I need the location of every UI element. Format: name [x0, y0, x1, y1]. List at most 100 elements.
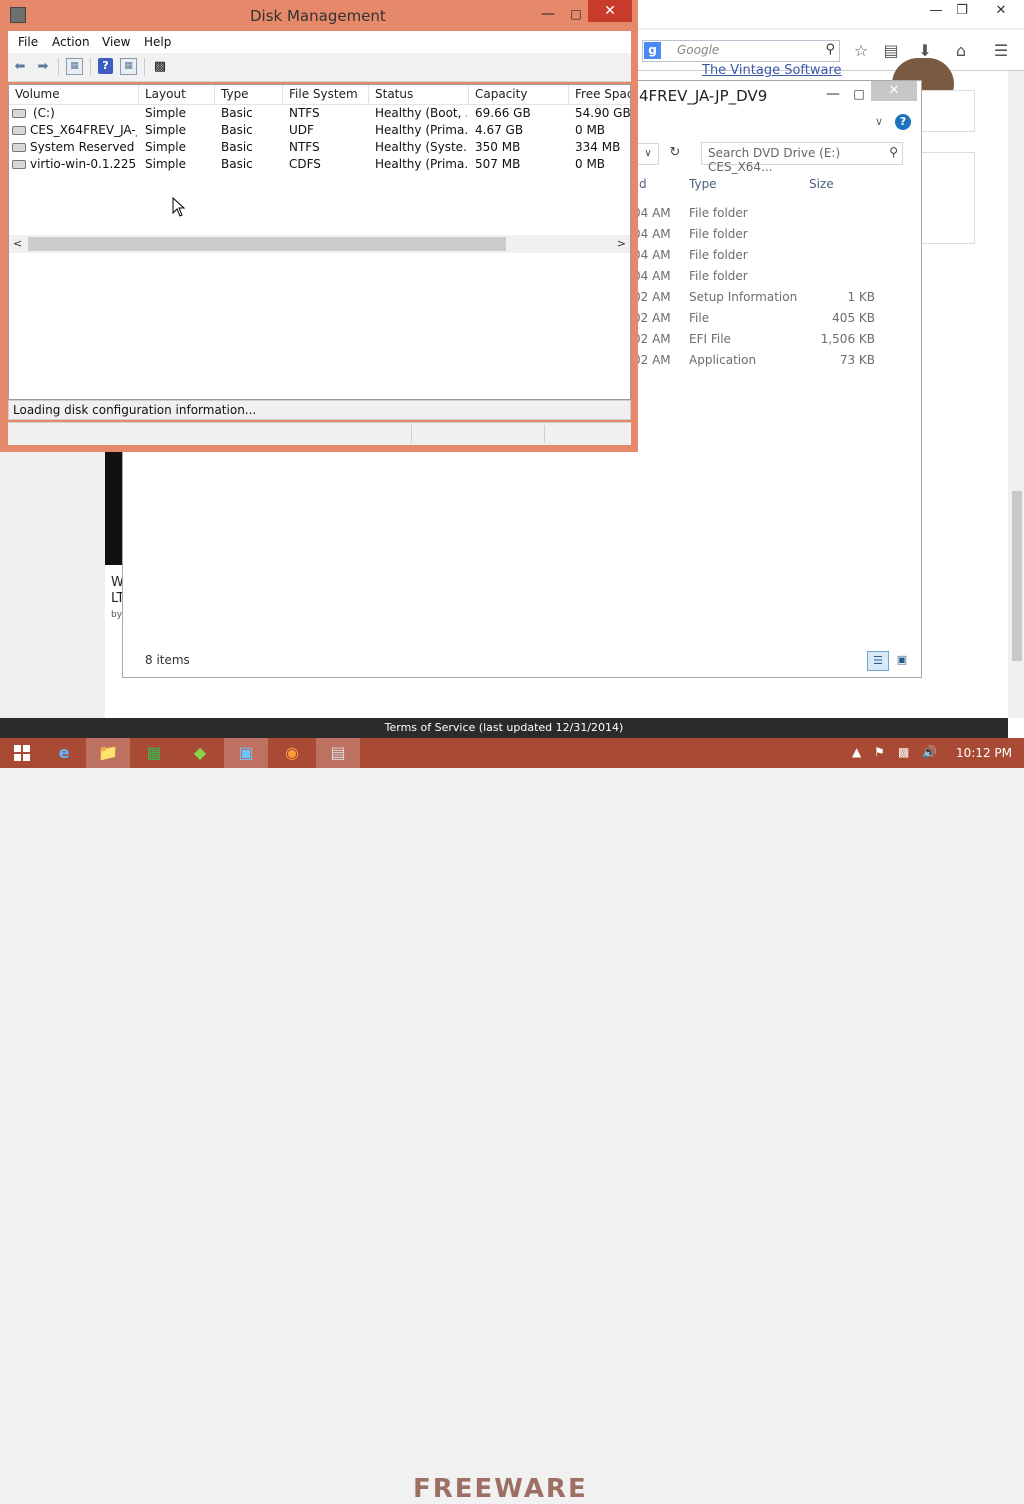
- forward-arrow-icon[interactable]: ➡: [34, 58, 52, 76]
- file-size: 405 KB: [832, 311, 875, 325]
- help-icon[interactable]: ?: [98, 58, 113, 74]
- address-dropdown-icon[interactable]: ∨: [637, 143, 659, 165]
- search-icon[interactable]: ⚲: [825, 42, 835, 57]
- volume-capacity: 350 MB: [475, 140, 521, 154]
- close-icon[interactable]: ✕: [871, 81, 917, 101]
- flag-icon[interactable]: ⚑: [874, 745, 885, 759]
- volume-layout: Simple: [145, 106, 186, 120]
- drive-icon: [12, 160, 26, 169]
- spreadsheet-app-icon[interactable]: ▦: [132, 738, 176, 768]
- file-explorer-icon[interactable]: 📁: [86, 738, 130, 768]
- bookmark-star-icon[interactable]: ☆: [850, 40, 872, 62]
- file-row[interactable]: 02 AM File 405 KB: [633, 311, 893, 332]
- scroll-left-icon[interactable]: <: [13, 235, 22, 253]
- scrollbar-thumb[interactable]: [28, 237, 506, 251]
- minimize-icon[interactable]: —: [926, 0, 946, 22]
- details-view-icon[interactable]: ☰: [867, 651, 889, 671]
- menu-action[interactable]: Action: [52, 35, 90, 49]
- volume-row[interactable]: System Reserved Simple Basic NTFS Health…: [9, 139, 630, 156]
- column-header-capacity[interactable]: Capacity: [469, 85, 569, 104]
- side-card: [915, 152, 975, 244]
- scroll-right-icon[interactable]: >: [617, 235, 626, 253]
- menu-file[interactable]: File: [18, 35, 38, 49]
- remote-app-icon[interactable]: ▣: [224, 738, 268, 768]
- file-type: File folder: [689, 206, 748, 220]
- close-icon[interactable]: ✕: [980, 0, 1022, 22]
- browser-search-input[interactable]: g Google ⚲: [642, 40, 840, 62]
- refresh-icon[interactable]: ↻: [665, 143, 685, 163]
- file-date: 02 AM: [633, 353, 671, 367]
- page-scrollbar[interactable]: [1010, 71, 1024, 718]
- volume-list[interactable]: Volume Layout Type File System Status Ca…: [8, 84, 631, 400]
- menu-help[interactable]: Help: [144, 35, 171, 49]
- search-icon[interactable]: ⚲: [889, 145, 898, 159]
- video-thumbnail[interactable]: [105, 450, 122, 565]
- network-app-icon[interactable]: ◆: [178, 738, 222, 768]
- drive-icon: [12, 143, 26, 152]
- terms-of-service-bar[interactable]: Terms of Service (last updated 12/31/201…: [0, 718, 1008, 738]
- show-hidden-icons-icon[interactable]: ▲: [852, 745, 861, 759]
- start-button[interactable]: [0, 738, 44, 768]
- file-type: Application: [689, 353, 757, 367]
- help-icon[interactable]: ?: [895, 114, 911, 130]
- volume-row[interactable]: virtio-win-0.1.225 ... Simple Basic CDFS…: [9, 156, 630, 173]
- disk-settings-icon[interactable]: ▩: [151, 58, 169, 76]
- restore-icon[interactable]: ❐: [952, 0, 972, 22]
- menu-icon[interactable]: ☰: [990, 40, 1012, 62]
- network-icon[interactable]: ▩: [898, 745, 909, 759]
- back-arrow-icon[interactable]: ⬅: [11, 58, 29, 76]
- show-hide-console-tree-icon[interactable]: ▦: [66, 58, 83, 75]
- bookmarks-list-icon[interactable]: ▤: [880, 40, 902, 62]
- file-row[interactable]: 04 AM File folder: [633, 206, 893, 227]
- file-type: File folder: [689, 269, 748, 283]
- column-header-file-system[interactable]: File System: [283, 85, 369, 104]
- volume-free-space: 54.90 GB: [575, 106, 631, 120]
- taskbar: e 📁 ▦ ◆ ▣ ◉ ▤ FREEWARE ▲ ⚑ ▩ 🔊 10:12 PM: [0, 738, 1024, 1504]
- file-row[interactable]: 02 AM EFI File 1,506 KB: [633, 332, 893, 353]
- disk-management-window: Disk Management — □ ✕ File Action View H…: [0, 0, 638, 452]
- clock[interactable]: 10:12 PM: [956, 746, 1012, 760]
- file-row[interactable]: 04 AM File folder: [633, 248, 893, 269]
- minimize-icon[interactable]: —: [538, 3, 558, 25]
- volume-row[interactable]: CES_X64FREV_JA-J... Simple Basic UDF Hea…: [9, 122, 630, 139]
- column-header-layout[interactable]: Layout: [139, 85, 215, 104]
- file-row[interactable]: 02 AM Application 73 KB: [633, 353, 893, 374]
- volume-fs: NTFS: [289, 140, 320, 154]
- column-header-volume[interactable]: Volume: [9, 85, 139, 104]
- volume-row[interactable]: (C:) Simple Basic NTFS Healthy (Boot, ..…: [9, 105, 631, 122]
- volume-layout: Simple: [145, 157, 186, 171]
- file-date: 04 AM: [633, 206, 671, 220]
- firefox-icon[interactable]: ◉: [270, 738, 314, 768]
- column-header-size[interactable]: Size: [809, 177, 834, 191]
- horizontal-scrollbar[interactable]: < >: [9, 235, 630, 253]
- disk-management-icon[interactable]: ▤: [316, 738, 360, 768]
- vintage-software-link[interactable]: The Vintage Software: [702, 63, 842, 78]
- disk-management-app-icon[interactable]: [10, 7, 26, 23]
- column-header-type[interactable]: Type: [215, 85, 283, 104]
- toolbar-separator: [90, 58, 91, 76]
- volume-capacity: 69.66 GB: [475, 106, 531, 120]
- chevron-down-icon[interactable]: ∨: [875, 115, 883, 128]
- column-header-date[interactable]: d: [639, 177, 647, 191]
- volume-icon[interactable]: 🔊: [922, 745, 937, 759]
- column-header-free-space[interactable]: Free Space: [569, 85, 630, 104]
- maximize-icon[interactable]: □: [849, 83, 869, 105]
- column-header-status[interactable]: Status: [369, 85, 469, 104]
- status-bar-secondary: [8, 422, 631, 445]
- scrollbar-thumb[interactable]: [1012, 491, 1022, 661]
- maximize-icon[interactable]: □: [566, 3, 586, 25]
- internet-explorer-icon[interactable]: e: [42, 738, 86, 768]
- file-row[interactable]: 02 AM Setup Information 1 KB: [633, 290, 893, 311]
- menu-view[interactable]: View: [102, 35, 130, 49]
- home-icon[interactable]: ⌂: [950, 40, 972, 62]
- properties-icon[interactable]: ▦: [120, 58, 137, 75]
- file-row[interactable]: 04 AM File folder: [633, 227, 893, 248]
- column-header-type[interactable]: Type: [689, 177, 717, 191]
- explorer-search-input[interactable]: Search DVD Drive (E:) CES_X64... ⚲: [701, 142, 903, 174]
- large-icons-view-icon[interactable]: ▣: [893, 651, 911, 669]
- volume-list-header: Volume Layout Type File System Status Ca…: [9, 85, 630, 105]
- volume-capacity: 4.67 GB: [475, 123, 524, 137]
- close-icon[interactable]: ✕: [588, 0, 632, 22]
- minimize-icon[interactable]: —: [823, 83, 843, 105]
- file-row[interactable]: 04 AM File folder: [633, 269, 893, 290]
